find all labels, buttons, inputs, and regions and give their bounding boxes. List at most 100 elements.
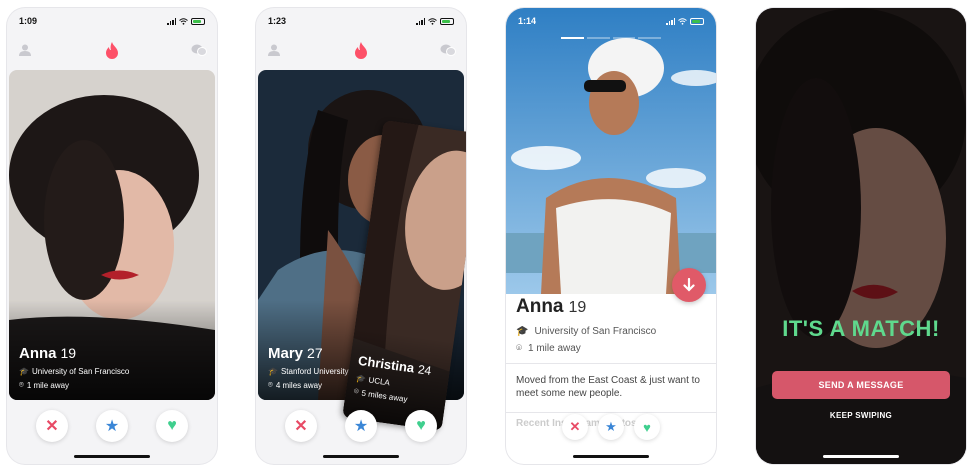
nope-button[interactable]: ✕ — [285, 410, 317, 442]
profile-distance: 1 mile away — [528, 343, 581, 354]
nope-button[interactable]: ✕ — [36, 410, 68, 442]
profile-detail-photo — [506, 8, 716, 294]
card-distance-row: ⌾ 1 mile away — [19, 380, 129, 390]
profile-school: University of San Francisco — [534, 326, 657, 337]
send-message-button[interactable]: SEND A MESSAGE — [772, 371, 950, 399]
profile-icon[interactable] — [266, 42, 282, 58]
action-bar: ✕ ★ ♥ — [256, 410, 466, 442]
photo-pager-dot — [638, 37, 661, 39]
profile-icon[interactable] — [17, 42, 33, 58]
super-like-button[interactable]: ★ — [345, 410, 377, 442]
phone-screen-swipe: 1:09 Anna 19 🎓 University of San Francis… — [7, 8, 217, 464]
card-distance: 1 mile away — [26, 380, 70, 390]
location-pin-icon: ⌾ — [516, 343, 522, 354]
battery-icon — [440, 17, 454, 25]
close-icon: ✕ — [45, 418, 59, 435]
status-time: 1:23 — [268, 16, 287, 26]
signal-icon — [167, 17, 176, 25]
like-button[interactable]: ♥ — [634, 414, 660, 440]
heart-icon: ♥ — [416, 417, 426, 434]
top-nav — [256, 36, 466, 64]
status-icons — [416, 17, 454, 25]
card-name: Mary — [268, 345, 304, 362]
phone-screen-swiping: 1:23 Mary 27 🎓 Stanford University ⌾ 4 m… — [256, 8, 466, 464]
card-school-row: 🎓 University of San Francisco — [19, 367, 129, 376]
home-indicator — [74, 455, 150, 458]
location-pin-icon: ⌾ — [268, 380, 273, 389]
star-icon: ★ — [605, 419, 617, 434]
profile-title: Anna 19 — [516, 296, 706, 318]
card-age: 27 — [307, 345, 323, 361]
status-bar: 1:23 — [256, 8, 466, 34]
card-school: Stanford University — [280, 367, 349, 376]
card-title: Anna 19 — [19, 345, 129, 363]
card-name: Anna — [19, 345, 57, 362]
photo-pager[interactable] — [561, 37, 661, 39]
graduation-cap-icon: 🎓 — [516, 326, 529, 337]
status-time: 1:09 — [19, 16, 38, 26]
flame-icon[interactable] — [353, 41, 369, 59]
card-age: 19 — [60, 345, 77, 361]
phone-screen-match: IT'S A MATCH! SEND A MESSAGE KEEP SWIPIN… — [756, 8, 966, 464]
card-school-row: 🎓 Stanford University — [268, 367, 349, 376]
star-icon: ★ — [104, 418, 120, 435]
home-indicator — [823, 455, 899, 458]
profile-distance-row: ⌾ 1 mile away — [516, 343, 706, 354]
chat-icon[interactable] — [440, 42, 456, 58]
close-icon: ✕ — [569, 419, 581, 434]
photo-pager-dot — [612, 37, 636, 39]
photo-pager-dot — [586, 37, 610, 39]
arrow-down-icon — [683, 278, 695, 292]
card-title: Mary 27 — [268, 345, 349, 363]
wifi-icon — [678, 17, 687, 25]
flame-icon[interactable] — [104, 41, 120, 59]
wifi-icon — [428, 17, 437, 25]
next-card-age: 24 — [417, 362, 433, 378]
heart-icon: ♥ — [167, 417, 177, 434]
star-icon: ★ — [353, 418, 369, 435]
profile-card[interactable]: Anna 19 🎓 University of San Francisco ⌾ 1… — [9, 70, 215, 400]
status-time: 1:14 — [518, 16, 537, 26]
home-indicator — [573, 455, 649, 458]
signal-icon — [416, 17, 425, 25]
graduation-cap-icon: 🎓 — [355, 373, 367, 384]
profile-name: Anna — [516, 296, 564, 317]
profile-school-row: 🎓 University of San Francisco — [516, 326, 706, 337]
photo-pager-dot — [561, 37, 584, 39]
card-school: University of San Francisco — [31, 367, 130, 376]
location-pin-icon: ⌾ — [353, 386, 360, 397]
status-icons — [167, 17, 205, 25]
super-like-button[interactable]: ★ — [96, 410, 128, 442]
action-bar: ✕ ★ ♥ — [506, 414, 716, 440]
battery-icon — [191, 17, 205, 25]
card-info: Anna 19 🎓 University of San Francisco ⌾ 1… — [19, 345, 129, 390]
next-card-school: UCLA — [368, 375, 391, 388]
signal-icon — [666, 17, 675, 25]
profile-age: 19 — [568, 299, 587, 316]
phone-screen-profile-detail: 1:14 Anna 19 🎓 University of San Francisc… — [506, 8, 716, 464]
close-icon: ✕ — [294, 418, 308, 435]
graduation-cap-icon: 🎓 — [19, 367, 29, 376]
heart-icon: ♥ — [643, 419, 651, 435]
profile-bio: Moved from the East Coast & just want to… — [516, 375, 700, 399]
divider — [506, 412, 716, 413]
divider — [506, 363, 716, 364]
battery-icon — [690, 17, 704, 25]
nope-button[interactable]: ✕ — [562, 414, 588, 440]
super-like-button[interactable]: ★ — [598, 414, 624, 440]
match-title: IT'S A MATCH! — [782, 316, 940, 341]
status-icons — [666, 17, 704, 25]
card-distance: 4 miles away — [275, 380, 323, 390]
top-nav — [7, 36, 217, 64]
home-indicator — [323, 455, 399, 458]
status-bar: 1:14 — [506, 8, 716, 34]
like-button[interactable]: ♥ — [405, 410, 437, 442]
keep-swiping-button[interactable]: KEEP SWIPING — [756, 411, 966, 420]
status-bar: 1:09 — [7, 8, 217, 34]
wifi-icon — [179, 17, 188, 25]
action-bar: ✕ ★ ♥ — [7, 410, 217, 442]
chat-icon[interactable] — [191, 42, 207, 58]
card-info: Mary 27 🎓 Stanford University ⌾ 4 miles a… — [268, 345, 349, 390]
like-button[interactable]: ♥ — [156, 410, 188, 442]
profile-details: Anna 19 🎓 University of San Francisco ⌾ 1… — [516, 296, 706, 354]
